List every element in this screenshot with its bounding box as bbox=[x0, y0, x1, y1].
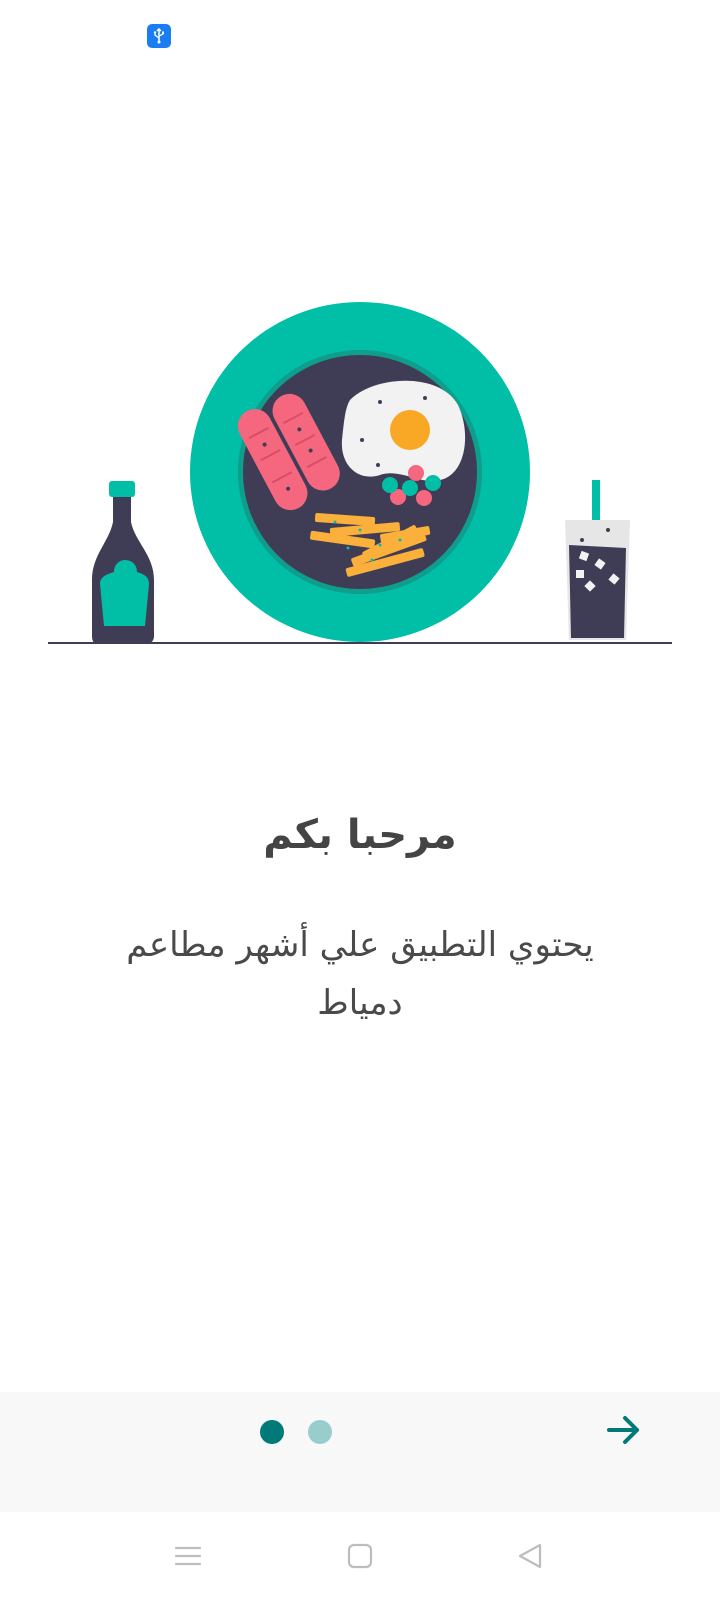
next-button[interactable] bbox=[596, 1402, 652, 1458]
drink-glass-icon bbox=[565, 480, 630, 640]
page-description: يحتوي التطبيق علي أشهر مطاعم دمياط bbox=[126, 925, 594, 1023]
usb-icon bbox=[147, 24, 171, 48]
home-square-icon[interactable] bbox=[336, 1532, 384, 1580]
back-triangle-icon[interactable] bbox=[506, 1532, 554, 1580]
page-title: مرحبا بكم bbox=[263, 812, 457, 858]
menu-icon[interactable] bbox=[164, 1532, 212, 1580]
food-illustration bbox=[0, 290, 720, 660]
status-bar bbox=[0, 0, 720, 70]
onboarding-screen: مرحبا بكم يحتوي التطبيق علي أشهر مطاعم د… bbox=[0, 0, 720, 1600]
page-indicator-dot-inactive[interactable] bbox=[308, 1420, 332, 1444]
system-navigation-bar bbox=[0, 1512, 720, 1600]
page-indicator-dot-active bbox=[260, 1420, 284, 1444]
arrow-right-icon bbox=[607, 1416, 639, 1444]
bottle-icon bbox=[92, 481, 154, 644]
plate-icon bbox=[190, 302, 530, 642]
